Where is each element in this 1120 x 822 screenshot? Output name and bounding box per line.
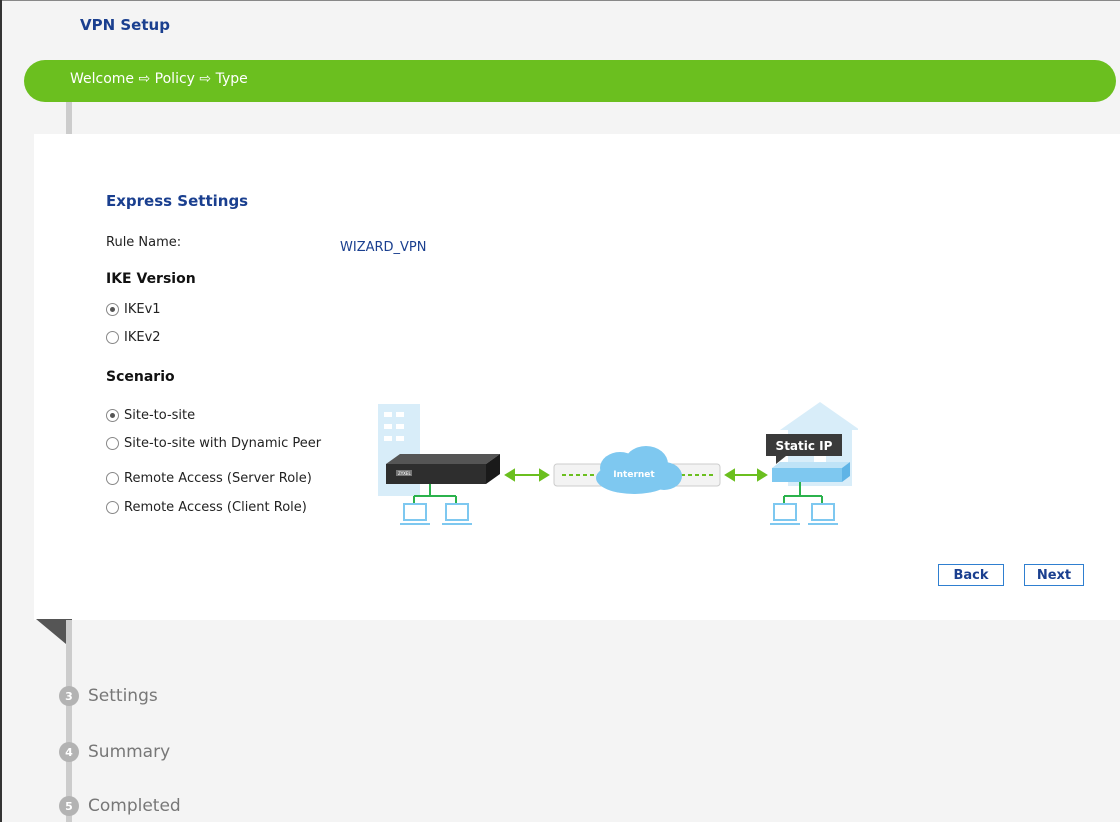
rule-name-value: WIZARD_VPN — [340, 240, 427, 255]
window-left-border — [0, 0, 2, 822]
back-button[interactable]: Back — [938, 564, 1004, 586]
timeline-connector — [66, 620, 72, 822]
radio-label: Site-to-site with Dynamic Peer — [124, 436, 322, 451]
radio-site-to-site-dynamic-peer[interactable]: Site-to-site with Dynamic Peer — [106, 436, 321, 451]
computer-icon — [770, 503, 800, 525]
page-title: VPN Setup — [80, 16, 170, 34]
radio-ikev2[interactable]: IKEv2 — [106, 330, 161, 345]
express-settings-panel: Express Settings Rule Name: WIZARD_VPN I… — [34, 134, 1120, 620]
radio-label: IKEv2 — [124, 330, 161, 345]
wizard-progress-bar: Welcome ⇨ Policy ⇨ Type — [24, 60, 1116, 102]
radio-button-checked[interactable] — [106, 303, 119, 316]
step-label: Summary — [88, 742, 171, 762]
router-device-icon — [772, 462, 850, 482]
computer-icon — [442, 503, 472, 525]
bidirectional-arrow-icon — [504, 468, 550, 482]
radio-label: Remote Access (Client Role) — [124, 500, 307, 515]
radio-remote-access-server[interactable]: Remote Access (Server Role) — [106, 471, 312, 486]
ike-version-heading: IKE Version — [106, 271, 196, 287]
radio-label: IKEv1 — [124, 302, 161, 317]
step-completed: 5 Completed — [59, 796, 181, 816]
radio-button-checked[interactable] — [106, 409, 119, 422]
static-ip-label: Static IP — [776, 439, 833, 453]
internet-cloud-icon: Internet — [596, 446, 682, 494]
radio-ikev1[interactable]: IKEv1 — [106, 302, 161, 317]
section-title: Express Settings — [106, 192, 249, 210]
site-to-site-diagram: ZYXEL Internet Static IP — [378, 402, 858, 525]
step-number-badge: 5 — [59, 796, 79, 816]
computer-icon — [400, 503, 430, 525]
step-summary: 4 Summary — [59, 742, 170, 762]
window-top-border — [0, 0, 1120, 1]
internet-label: Internet — [613, 470, 655, 480]
radio-button[interactable] — [106, 472, 119, 485]
step-number-badge: 3 — [59, 686, 79, 706]
device-brand-label: ZYXEL — [398, 471, 411, 476]
timeline-connector — [66, 102, 72, 136]
wizard-breadcrumb: Welcome ⇨ Policy ⇨ Type — [70, 71, 248, 87]
radio-button[interactable] — [106, 501, 119, 514]
radio-label: Remote Access (Server Role) — [124, 471, 312, 486]
radio-button[interactable] — [106, 331, 119, 344]
computer-icon — [808, 503, 838, 525]
step-number-badge: 4 — [59, 742, 79, 762]
step-settings: 3 Settings — [59, 686, 158, 706]
radio-remote-access-client[interactable]: Remote Access (Client Role) — [106, 500, 307, 515]
bidirectional-arrow-icon — [724, 468, 768, 482]
firewall-device-icon: ZYXEL — [386, 454, 500, 484]
rule-name-label: Rule Name: — [106, 235, 182, 250]
radio-button[interactable] — [106, 437, 119, 450]
step-label: Completed — [88, 796, 181, 816]
step-label: Settings — [88, 686, 158, 706]
radio-site-to-site[interactable]: Site-to-site — [106, 408, 195, 423]
radio-label: Site-to-site — [124, 408, 196, 423]
left-network-lines — [413, 484, 457, 504]
scenario-heading: Scenario — [106, 369, 175, 385]
next-button[interactable]: Next — [1024, 564, 1084, 586]
